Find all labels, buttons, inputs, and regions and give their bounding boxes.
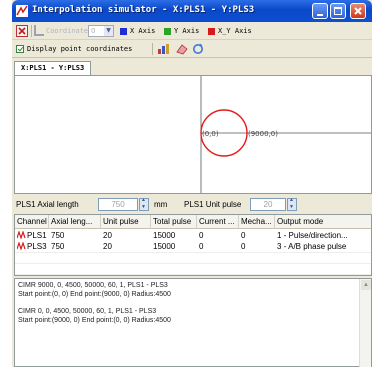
channel-table: Channel Axial leng... Unit pulse Total p… bbox=[14, 214, 372, 276]
column-header[interactable]: Output mode bbox=[275, 215, 371, 229]
maximize-icon bbox=[334, 7, 342, 15]
x-axis-swatch bbox=[120, 27, 127, 35]
title-bar: Interpolation simulator - X:PLS1 - Y:PLS… bbox=[12, 0, 372, 22]
chart-button[interactable] bbox=[157, 43, 171, 55]
checkbox-checked-icon bbox=[16, 45, 24, 53]
log-detail-line: Start point:(0, 0) End point:(9000, 0) R… bbox=[18, 291, 171, 298]
log-command-line: CIMR 9000, 0, 4500, 50000, 60, 1, PLS1 -… bbox=[18, 282, 168, 289]
table-row[interactable]: PLS3 750 20 15000 0 0 3 - A/B phase puls… bbox=[15, 241, 371, 252]
plot-canvas[interactable]: (0,0) (9000,0) bbox=[14, 75, 372, 194]
table-cell: 3 - A/B phase pulse bbox=[277, 242, 347, 251]
close-view-button[interactable] bbox=[16, 25, 28, 37]
axial-length-stepper[interactable] bbox=[139, 197, 149, 211]
maximize-button[interactable] bbox=[330, 3, 346, 19]
toolbar-display: Display point coordinates bbox=[12, 40, 372, 58]
axial-length-unit: mm bbox=[154, 200, 168, 209]
unit-pulse-stepper[interactable] bbox=[287, 197, 297, 211]
display-coords-checkbox[interactable]: Display point coordinates bbox=[16, 43, 132, 55]
column-header[interactable]: Axial leng... bbox=[49, 215, 101, 229]
scroll-up-icon[interactable]: ▲ bbox=[361, 280, 371, 290]
xy-axis-toggle[interactable]: X_Y Axis bbox=[208, 25, 252, 37]
column-header[interactable]: Total pulse bbox=[151, 215, 197, 229]
tab-strip: X:PLS1 - Y:PLS3 bbox=[12, 59, 372, 75]
toolbar-separator bbox=[31, 25, 32, 37]
column-header[interactable]: Mecha... bbox=[239, 215, 275, 229]
column-header[interactable]: Channel bbox=[15, 215, 49, 229]
log-scrollbar[interactable]: ▲ bbox=[359, 279, 371, 367]
table-header: Channel Axial leng... Unit pulse Total p… bbox=[15, 215, 371, 229]
column-header[interactable]: Current ... bbox=[197, 215, 239, 229]
table-cell: 0 bbox=[241, 242, 246, 251]
grid-line bbox=[15, 274, 371, 275]
end-point-label: (9000,0) bbox=[248, 130, 278, 138]
close-icon bbox=[354, 7, 362, 15]
y-axis-toggle[interactable]: Y Axis bbox=[164, 25, 199, 37]
y-axis-swatch bbox=[164, 27, 171, 35]
erase-button[interactable] bbox=[175, 43, 189, 55]
start-point-label: (0,0) bbox=[202, 130, 219, 138]
axial-length-label: PLS1 Axial length bbox=[16, 200, 79, 209]
axial-length-input[interactable]: 750 bbox=[98, 198, 138, 211]
table-cell: 0 bbox=[199, 231, 204, 240]
chevron-down-icon: ▼ bbox=[104, 26, 113, 36]
coordinate-select[interactable]: 0 ▼ bbox=[88, 25, 114, 37]
table-cell: 15000 bbox=[153, 242, 176, 251]
eraser-icon bbox=[176, 44, 188, 55]
channel-cell: PLS3 bbox=[15, 241, 49, 252]
table-cell: 750 bbox=[51, 231, 65, 240]
column-header[interactable]: Unit pulse bbox=[101, 215, 151, 229]
display-coords-label: Display point coordinates bbox=[27, 45, 133, 53]
minimize-button[interactable] bbox=[312, 3, 328, 19]
table-cell: 750 bbox=[51, 242, 65, 251]
unit-pulse-label: PLS1 Unit pulse bbox=[184, 200, 242, 209]
log-command-line: CIMR 0, 0, 4500, 50000, 60, 1, PLS1 - PL… bbox=[18, 308, 157, 315]
table-cell: 20 bbox=[103, 231, 112, 240]
coordinate-value: 0 bbox=[91, 27, 96, 35]
command-log[interactable]: CIMR 9000, 0, 4500, 50000, 60, 1, PLS1 -… bbox=[14, 278, 372, 367]
unit-pulse-input[interactable]: 20 bbox=[250, 198, 286, 211]
close-button[interactable] bbox=[350, 3, 366, 19]
close-view-icon bbox=[16, 25, 28, 37]
axis-parameters: PLS1 Axial length 750 mm PLS1 Unit pulse… bbox=[12, 194, 372, 214]
toolbar-separator bbox=[152, 43, 153, 55]
trajectory-plot: (0,0) (9000,0) bbox=[200, 76, 371, 193]
xy-axis-swatch bbox=[208, 27, 215, 35]
refresh-button[interactable] bbox=[192, 43, 204, 55]
minimize-icon bbox=[317, 14, 323, 16]
table-cell: 1 - Pulse/direction... bbox=[277, 231, 348, 240]
log-detail-line: Start point:(9000, 0) End point:(0, 0) R… bbox=[18, 317, 171, 324]
chart-icon bbox=[158, 44, 169, 54]
table-cell: 15000 bbox=[153, 231, 176, 240]
grid-line bbox=[15, 252, 371, 253]
table-cell: 20 bbox=[103, 242, 112, 251]
table-cell: 0 bbox=[199, 242, 204, 251]
xy-axis-label: X_Y Axis bbox=[218, 27, 252, 35]
refresh-icon bbox=[193, 43, 203, 54]
tab-plot[interactable]: X:PLS1 - Y:PLS3 bbox=[14, 61, 92, 75]
coordinate-label: Coordinate bbox=[46, 27, 89, 35]
y-axis-label: Y Axis bbox=[174, 27, 200, 35]
table-row[interactable]: PLS1 750 20 15000 0 0 1 - Pulse/directio… bbox=[15, 230, 371, 241]
app-icon bbox=[16, 5, 28, 17]
channel-cell: PLS1 bbox=[15, 230, 49, 241]
x-axis-toggle[interactable]: X Axis bbox=[120, 25, 155, 37]
toolbar-axes: Coordinate 0 ▼ X Axis Y Axis X_Y Axis bbox=[12, 22, 372, 40]
simulator-window: Interpolation simulator - X:PLS1 - Y:PLS… bbox=[12, 0, 372, 367]
coordinate-icon bbox=[34, 25, 44, 36]
x-axis-label: X Axis bbox=[130, 27, 156, 35]
pulse-channel-icon bbox=[17, 231, 26, 239]
table-cell: 0 bbox=[241, 231, 246, 240]
pulse-channel-icon bbox=[17, 242, 26, 250]
grid-line bbox=[15, 263, 371, 264]
window-title: Interpolation simulator - X:PLS1 - Y:PLS… bbox=[32, 5, 255, 15]
